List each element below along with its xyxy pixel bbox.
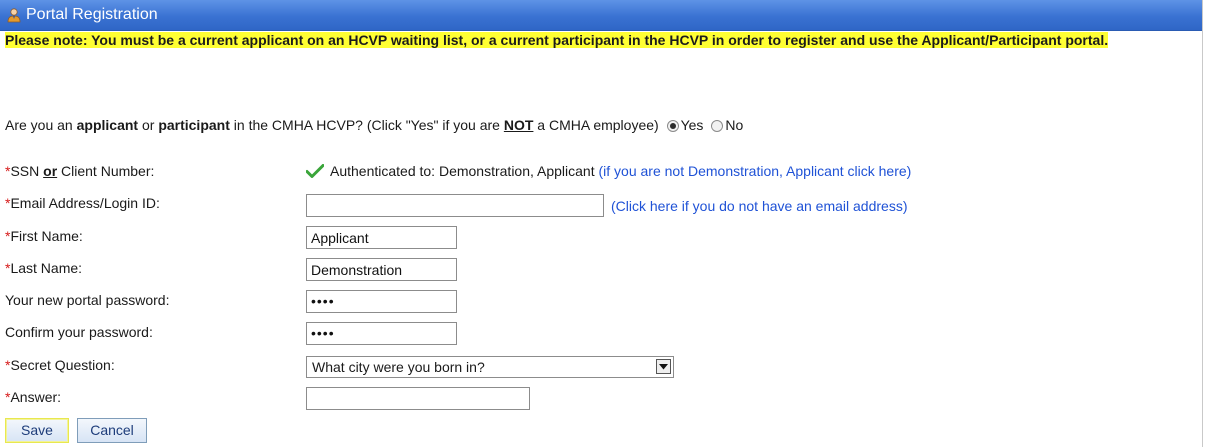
answer-input[interactable] [306,387,530,410]
no-radio[interactable] [711,120,724,132]
chevron-down-icon[interactable] [656,359,671,374]
confirm-password-label: Confirm your password: [5,324,153,340]
last-name-label: *Last Name: [5,260,83,276]
secret-question-select[interactable]: What city were you born in? [306,356,674,378]
first-name-label: *First Name: [5,228,83,244]
right-border [1202,0,1203,447]
cancel-button[interactable]: Cancel [77,418,147,443]
no-email-link[interactable]: (Click here if you do not have an email … [611,198,907,214]
confirm-password-input[interactable]: •••• [306,322,457,345]
page-title: Portal Registration [26,6,158,23]
first-name-input[interactable] [306,226,457,249]
not-me-link[interactable]: (if you are not Demonstration, Applicant… [599,163,912,179]
title-bar: Portal Registration [0,0,1202,31]
applicant-question: Are you an applicant or participant in t… [5,117,744,133]
ssn-label: *SSN or Client Number: [5,163,155,179]
save-button[interactable]: Save [5,418,69,443]
eligibility-note: Please note: You must be a current appli… [5,32,1109,48]
checkmark-icon [306,164,324,178]
email-input[interactable] [306,194,604,217]
secret-question-label: *Secret Question: [5,357,115,373]
last-name-input[interactable] [306,258,457,281]
yes-label: Yes [680,117,704,133]
answer-label: *Answer: [5,389,62,405]
password-input[interactable]: •••• [306,290,457,313]
email-label: *Email Address/Login ID: [5,195,160,211]
user-icon [7,8,21,23]
authenticated-status: Authenticated to: Demonstration, Applica… [306,163,911,179]
yes-radio[interactable] [666,120,679,132]
password-label: Your new portal password: [5,292,170,308]
secret-question-value: What city were you born in? [312,359,485,375]
no-label: No [725,117,744,133]
